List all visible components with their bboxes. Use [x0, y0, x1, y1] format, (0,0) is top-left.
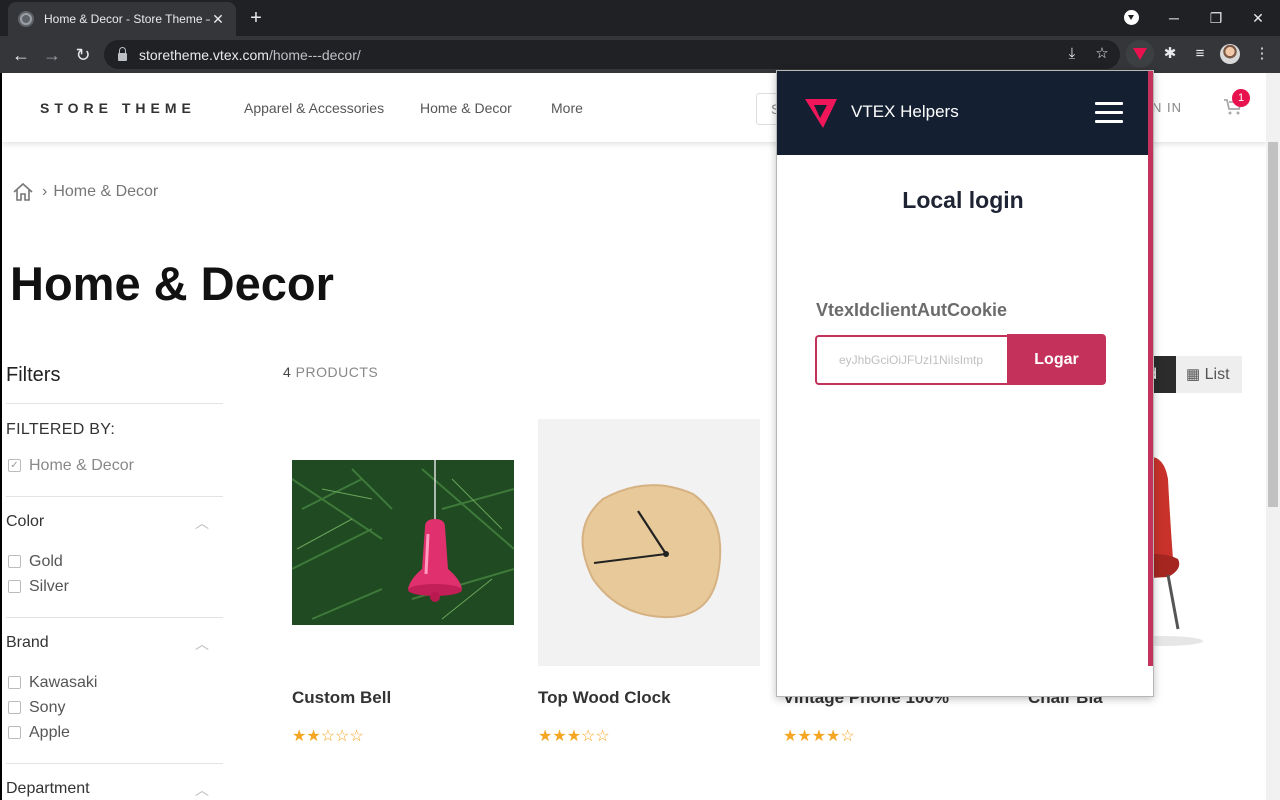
chevron-up-icon[interactable]: ︿: [195, 780, 209, 800]
scrollbar-thumb[interactable]: [1268, 142, 1278, 507]
close-window-button[interactable]: ✕: [1246, 6, 1270, 30]
facet-color: Color ︿ Gold Silver: [6, 496, 223, 599]
filters-sidebar: Filters FILTERED BY: ✓ Home & Decor Colo…: [6, 358, 223, 800]
filter-option-sony[interactable]: Sony: [6, 695, 223, 720]
product-card[interactable]: Top Wood Clock ★★★☆☆: [538, 419, 760, 746]
nav-home-decor[interactable]: Home & Decor: [420, 100, 512, 116]
popup-accent-bar: [1148, 71, 1153, 666]
home-icon[interactable]: [12, 181, 34, 203]
store-logo[interactable]: STORE THEME: [40, 100, 196, 116]
cookie-input[interactable]: [815, 335, 1009, 385]
hamburger-menu-icon[interactable]: [1095, 102, 1125, 124]
reload-button[interactable]: ↻: [70, 42, 96, 68]
address-bar[interactable]: storetheme.vtex.com /home---decor/: [104, 40, 1120, 69]
product-name[interactable]: Top Wood Clock: [538, 688, 760, 708]
filter-label: Home & Decor: [29, 456, 134, 474]
bookmark-star-icon[interactable]: ☆: [1092, 44, 1112, 64]
filter-option-label: Apple: [29, 723, 70, 741]
lock-icon[interactable]: [118, 46, 127, 61]
product-rating-stars: ★★☆☆☆: [292, 728, 364, 745]
facet-title: Color: [6, 513, 45, 530]
forward-button[interactable]: →: [39, 42, 65, 68]
popup-title: Local login: [902, 187, 1024, 213]
filter-option-kawasaki[interactable]: Kawasaki: [6, 670, 223, 695]
tab-search-icon[interactable]: [1124, 10, 1139, 25]
restore-button[interactable]: ❐: [1204, 6, 1228, 30]
checkbox-checked[interactable]: ✓: [8, 459, 21, 472]
profile-avatar[interactable]: [1220, 44, 1240, 64]
url-host: storetheme.vtex.com: [139, 46, 269, 63]
login-button[interactable]: Logar: [1007, 334, 1106, 385]
product-count: 4 PRODUCTS: [283, 364, 378, 380]
filter-option-apple[interactable]: Apple: [6, 720, 223, 745]
filter-option-label: Sony: [29, 698, 66, 716]
new-tab-button[interactable]: +: [244, 6, 268, 30]
install-icon[interactable]: ⤓: [1062, 44, 1082, 64]
filter-option-label: Gold: [29, 552, 63, 570]
product-rating-stars: ★★★★☆: [783, 728, 855, 745]
checkbox[interactable]: [8, 726, 21, 739]
sign-in-link[interactable]: N IN: [1152, 100, 1182, 115]
cookie-field-label: VtexIdclientAutCookie: [816, 300, 1008, 320]
nav-more[interactable]: More: [551, 100, 583, 116]
chevron-up-icon[interactable]: ︿: [195, 513, 209, 543]
vtex-extension-icon[interactable]: [1126, 40, 1154, 68]
vtex-logo-icon: [805, 99, 837, 128]
breadcrumb: › Home & Decor: [12, 181, 158, 203]
tab-close-button[interactable]: ✕: [210, 11, 226, 28]
product-name[interactable]: Custom Bell: [292, 688, 514, 708]
checkbox[interactable]: [8, 701, 21, 714]
facet-header-brand[interactable]: Brand ︿: [6, 634, 223, 664]
popup-header: VTEX Helpers: [777, 71, 1149, 155]
facet-brand: Brand ︿ Kawasaki Sony Apple: [6, 617, 223, 745]
breadcrumb-separator: ›: [42, 183, 48, 200]
product-count-label: PRODUCTS: [291, 364, 379, 380]
list-label: List: [1204, 366, 1230, 383]
list-icon: ▦: [1186, 366, 1201, 383]
filter-option-label: Kawasaki: [29, 673, 98, 691]
product-image-bell[interactable]: [292, 419, 514, 666]
extensions-puzzle-icon[interactable]: ✱: [1156, 40, 1184, 68]
tab-bar: Home & Decor - Store Theme — ✕ + ─ ❐ ✕: [0, 0, 1280, 36]
filters-title: Filters: [6, 358, 223, 404]
product-card[interactable]: Custom Bell ★★☆☆☆: [292, 419, 514, 746]
product-image-clock[interactable]: [538, 419, 760, 666]
facet-header-color[interactable]: Color ︿: [6, 513, 223, 543]
product-rating-stars: ★★★☆☆: [538, 728, 610, 745]
filter-home-decor[interactable]: ✓ Home & Decor: [6, 453, 223, 478]
media-queue-icon[interactable]: ≡: [1186, 40, 1214, 68]
filtered-by-label: FILTERED BY:: [6, 421, 116, 438]
checkbox[interactable]: [8, 555, 21, 568]
facet-department: Department ︿: [6, 763, 223, 800]
breadcrumb-home-decor[interactable]: Home & Decor: [53, 183, 158, 201]
browser-toolbar: ← → ↻ storetheme.vtex.com /home---decor/…: [0, 36, 1280, 73]
vtex-helpers-popup: VTEX Helpers Local login VtexIdclientAut…: [776, 70, 1154, 697]
browser-tab[interactable]: Home & Decor - Store Theme — ✕: [8, 2, 236, 36]
back-button[interactable]: ←: [8, 42, 34, 68]
minimize-button[interactable]: ─: [1162, 6, 1186, 30]
filter-option-label: Silver: [29, 577, 70, 595]
list-layout-button[interactable]: ▦ List: [1176, 356, 1242, 393]
cart-count-badge: 1: [1232, 89, 1250, 107]
facet-header-department[interactable]: Department ︿: [6, 780, 223, 800]
filter-option-gold[interactable]: Gold: [6, 549, 223, 574]
tab-title: Home & Decor - Store Theme —: [44, 12, 210, 26]
url-path: /home---decor/: [268, 46, 361, 63]
chevron-up-icon[interactable]: ︿: [195, 634, 209, 664]
menu-kebab-icon[interactable]: ⋮: [1248, 40, 1276, 68]
page-title: Home & Decor: [10, 257, 334, 310]
facet-title: Brand: [6, 634, 49, 651]
checkbox[interactable]: [8, 676, 21, 689]
facet-title: Department: [6, 780, 90, 797]
nav-apparel[interactable]: Apparel & Accessories: [244, 100, 384, 116]
globe-icon: [18, 11, 34, 27]
filter-option-silver[interactable]: Silver: [6, 574, 223, 599]
layout-toggle: d ▦ List: [1142, 356, 1242, 393]
popup-app-name: VTEX Helpers: [851, 102, 959, 121]
checkbox[interactable]: [8, 580, 21, 593]
